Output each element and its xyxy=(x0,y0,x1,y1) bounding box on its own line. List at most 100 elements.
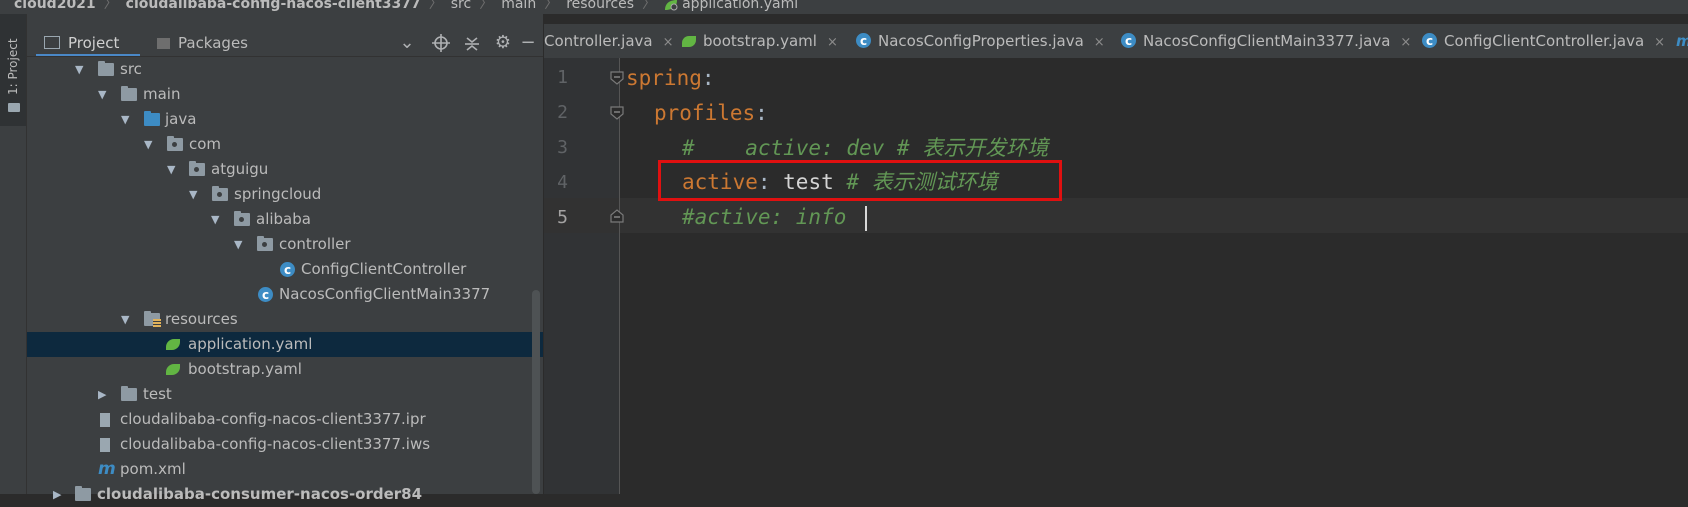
tree-item-nacosconfigclientmain3377[interactable]: NacosConfigClientMain3377 xyxy=(27,282,543,308)
collapse-all-icon[interactable] xyxy=(460,31,484,55)
tree-item-label: pom.xml xyxy=(120,460,186,478)
spring-boot-class-icon xyxy=(258,283,273,308)
tree-item-ipr-file[interactable]: cloudalibaba-config-nacos-client3377.ipr xyxy=(27,407,543,432)
tree-item-label: com xyxy=(189,135,222,153)
expanded-arrow-icon[interactable]: ▼ xyxy=(98,82,110,107)
fold-marker-icon[interactable] xyxy=(610,106,624,120)
breadcrumb-item-resources[interactable]: resources xyxy=(566,0,634,11)
folder-icon xyxy=(98,61,114,76)
tree-item-label: alibaba xyxy=(256,210,311,228)
code-editor[interactable] xyxy=(620,58,1688,494)
tree-item-springcloud[interactable]: ▼ springcloud xyxy=(27,182,543,207)
tree-item-test[interactable]: ▶ test xyxy=(27,382,543,407)
tree-item-com[interactable]: ▼ com xyxy=(27,132,543,157)
tree-item-cloudalibaba-consumer-nacos-order84[interactable]: ▶ cloudalibaba-consumer-nacos-order84 xyxy=(27,482,543,507)
close-icon[interactable]: × xyxy=(827,35,838,50)
tab-bootstrap-yaml[interactable]: bootstrap.yaml × xyxy=(682,24,838,58)
tab-pom-xml[interactable]: m xyxy=(1676,24,1688,58)
tab-label: Controller.java xyxy=(544,32,653,50)
yaml-key: spring xyxy=(626,66,702,90)
breadcrumb-separator-icon: 〉 xyxy=(103,0,118,12)
breadcrumb-separator-icon: 〉 xyxy=(479,0,494,12)
tree-item-java[interactable]: ▼ java xyxy=(27,107,543,132)
tree-item-label: springcloud xyxy=(234,185,322,203)
line-number: 5 xyxy=(557,207,568,228)
tab-label: bootstrap.yaml xyxy=(703,32,817,50)
hide-panel-icon[interactable]: − xyxy=(516,31,540,55)
breadcrumb-item-src[interactable]: src xyxy=(451,0,471,11)
gear-icon[interactable]: ⚙ xyxy=(491,31,515,55)
yaml-file-icon xyxy=(166,339,180,350)
code-line-5[interactable]: #active: info xyxy=(682,205,846,229)
tree-item-src[interactable]: ▼ src xyxy=(27,57,543,82)
fold-marker-icon[interactable] xyxy=(610,71,624,85)
expanded-arrow-icon[interactable]: ▼ xyxy=(167,157,179,182)
tab-label: NacosConfigProperties.java xyxy=(878,32,1084,50)
fold-end-marker-icon[interactable] xyxy=(610,209,624,223)
breadcrumb-item-file[interactable]: application.yaml xyxy=(682,0,798,11)
yaml-colon: : xyxy=(701,66,715,90)
close-icon[interactable]: × xyxy=(1094,35,1105,50)
package-icon xyxy=(234,211,250,226)
code-line-1[interactable]: spring: xyxy=(626,66,715,90)
tree-item-alibaba[interactable]: ▼ alibaba xyxy=(27,207,543,232)
expanded-arrow-icon[interactable]: ▼ xyxy=(211,207,223,232)
source-folder-icon xyxy=(144,111,160,126)
tab-nacosconfigproperties-java[interactable]: NacosConfigProperties.java × xyxy=(856,24,1105,58)
locate-icon[interactable] xyxy=(429,31,453,55)
expanded-arrow-icon[interactable]: ▼ xyxy=(234,232,246,257)
breadcrumb-item-main[interactable]: main xyxy=(501,0,536,11)
tree-item-atguigu[interactable]: ▼ atguigu xyxy=(27,157,543,182)
packages-icon xyxy=(157,38,170,49)
file-icon xyxy=(100,438,110,452)
tree-item-resources[interactable]: ▼ resources xyxy=(27,307,543,332)
package-icon xyxy=(257,236,273,251)
breadcrumb-item-root[interactable]: cloud2021 xyxy=(14,0,96,11)
text-caret xyxy=(865,206,867,231)
maven-icon: m xyxy=(1676,32,1688,50)
maven-icon: m xyxy=(98,459,116,479)
tab-packages[interactable]: Packages xyxy=(157,30,248,56)
collapsed-arrow-icon[interactable]: ▶ xyxy=(53,482,65,507)
editor-gutter xyxy=(544,58,620,494)
project-tool-label[interactable]: 1: Project xyxy=(6,33,22,95)
close-icon[interactable]: × xyxy=(1400,35,1411,50)
tree-item-iws-file[interactable]: cloudalibaba-config-nacos-client3377.iws xyxy=(27,432,543,457)
breadcrumb-item-module[interactable]: cloudalibaba-config-nacos-client3377 xyxy=(126,0,421,11)
close-icon[interactable]: × xyxy=(663,35,674,50)
code-line-2[interactable]: profiles: xyxy=(654,101,768,125)
yaml-comment: # active: dev # 表示开发环境 xyxy=(682,136,1049,160)
tab-configclientcontroller-java[interactable]: ConfigClientController.java × xyxy=(1422,24,1665,58)
line-number: 2 xyxy=(557,102,568,123)
collapsed-arrow-icon[interactable]: ▶ xyxy=(98,382,110,407)
close-icon[interactable]: × xyxy=(1654,35,1665,50)
folder-icon xyxy=(121,386,137,401)
tree-item-label: cloudalibaba-config-nacos-client3377.ipr xyxy=(120,410,426,428)
tree-item-configclientcontroller[interactable]: ConfigClientController xyxy=(27,257,543,283)
tree-item-application-yaml[interactable]: application.yaml xyxy=(27,332,543,357)
expanded-arrow-icon[interactable]: ▼ xyxy=(75,57,87,82)
expanded-arrow-icon[interactable]: ▼ xyxy=(121,307,133,332)
chevron-down-icon[interactable]: ⌄ xyxy=(395,31,419,55)
expanded-arrow-icon[interactable]: ▼ xyxy=(189,182,201,207)
tree-item-label: controller xyxy=(279,235,351,253)
tab-controller-java[interactable]: Controller.java × xyxy=(544,24,674,58)
java-class-icon xyxy=(280,258,295,283)
tab-nacosconfigclientmain3377-java[interactable]: NacosConfigClientMain3377.java × xyxy=(1121,24,1411,58)
tab-project[interactable]: Project xyxy=(44,30,119,56)
tree-item-bootstrap-yaml[interactable]: bootstrap.yaml xyxy=(27,357,543,382)
tree-item-label: atguigu xyxy=(211,160,269,178)
package-icon xyxy=(212,186,228,201)
tree-item-label: cloudalibaba-config-nacos-client3377.iws xyxy=(120,435,431,453)
package-icon xyxy=(167,136,183,151)
expanded-arrow-icon[interactable]: ▼ xyxy=(144,132,156,157)
tree-item-pom-xml[interactable]: m pom.xml xyxy=(27,457,543,482)
code-line-3[interactable]: # active: dev # 表示开发环境 xyxy=(682,136,1048,160)
tree-item-controller[interactable]: ▼ controller xyxy=(27,232,543,257)
resources-folder-icon xyxy=(144,311,161,328)
java-class-icon xyxy=(1121,24,1136,58)
breadcrumb-separator-icon: 〉 xyxy=(428,0,443,12)
expanded-arrow-icon[interactable]: ▼ xyxy=(121,107,133,132)
project-tree-scrollbar[interactable] xyxy=(532,290,540,494)
tree-item-main[interactable]: ▼ main xyxy=(27,82,543,107)
